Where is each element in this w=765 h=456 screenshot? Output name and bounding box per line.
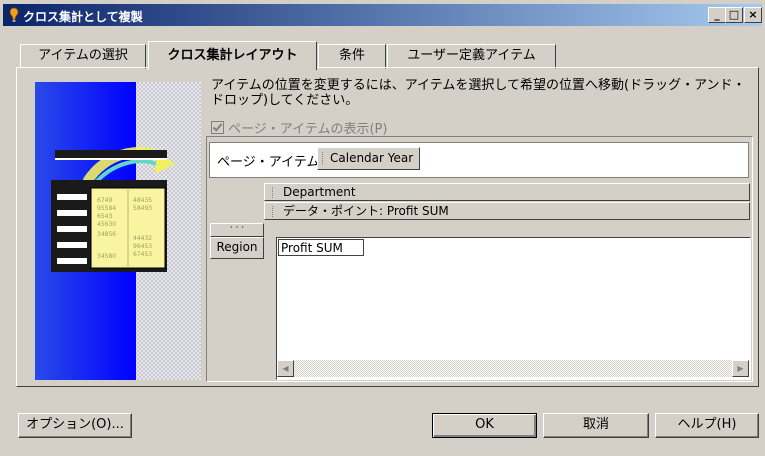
column-item-department[interactable]: Department: [264, 183, 750, 201]
page-item-calendar-year[interactable]: Calendar Year: [317, 147, 421, 170]
cancel-button[interactable]: 取消: [543, 413, 649, 438]
tab-select-items[interactable]: アイテムの選択: [20, 44, 146, 69]
svg-text:95584: 95584: [97, 205, 116, 212]
app-icon: [9, 7, 19, 22]
row-drop-target[interactable]: · · ·: [210, 223, 264, 237]
tab-crosstab-layout[interactable]: クロス集計レイアウト: [148, 41, 317, 70]
show-page-items-label: ページ・アイテムの表示(P): [228, 122, 388, 137]
close-button[interactable]: ×: [744, 7, 762, 23]
svg-text:67453: 67453: [133, 251, 152, 258]
ok-button[interactable]: OK: [432, 413, 537, 438]
column-item-data-point[interactable]: データ・ポイント: Profit SUM: [264, 202, 750, 220]
svg-text:6543: 6543: [97, 213, 112, 220]
scroll-right-icon[interactable]: ▶: [732, 360, 749, 377]
row-item-region[interactable]: Region: [210, 237, 264, 259]
show-page-items-checkbox[interactable]: ページ・アイテムの表示(P): [211, 118, 388, 137]
checkbox-check-icon: [211, 121, 224, 134]
crosstab-illustration: 6749 95584 6543 45630 34856 34580 48435 …: [35, 82, 201, 380]
svg-text:58493: 58493: [133, 205, 152, 212]
svg-text:48435: 48435: [133, 197, 152, 204]
horizontal-scrollbar[interactable]: ◀ ▶: [277, 360, 749, 377]
svg-text:44432: 44432: [133, 235, 152, 242]
data-cell-profit-sum[interactable]: Profit SUM: [278, 239, 364, 256]
title-bar[interactable]: クロス集計として複製 _ □ ×: [3, 4, 762, 26]
window-title: クロス集計として複製: [23, 10, 143, 24]
instructions-text: アイテムの位置を変更するには、アイテムを選択して希望の位置へ移動(ドラッグ・アン…: [211, 78, 746, 108]
page-items-label: ページ・アイテム:: [217, 155, 324, 170]
svg-text:34856: 34856: [97, 231, 116, 238]
help-button[interactable]: ヘルプ(H): [655, 413, 759, 438]
svg-text:45630: 45630: [97, 221, 116, 228]
svg-text:6749: 6749: [97, 197, 112, 204]
dialog-window: クロス集計として複製 _ □ × アイテムの選択 クロス集計レイアウト 条件 ユ…: [0, 0, 765, 456]
svg-text:96453: 96453: [133, 243, 152, 250]
tab-conditions[interactable]: 条件: [318, 44, 386, 69]
minimize-button[interactable]: _: [708, 7, 726, 23]
data-area: [276, 237, 751, 380]
scroll-left-icon[interactable]: ◀: [277, 360, 294, 377]
options-button[interactable]: オプション(O)...: [18, 413, 132, 438]
svg-text:34580: 34580: [97, 253, 116, 260]
tab-user-defined-items[interactable]: ユーザー定義アイテム: [387, 44, 556, 69]
maximize-button[interactable]: □: [725, 7, 743, 23]
